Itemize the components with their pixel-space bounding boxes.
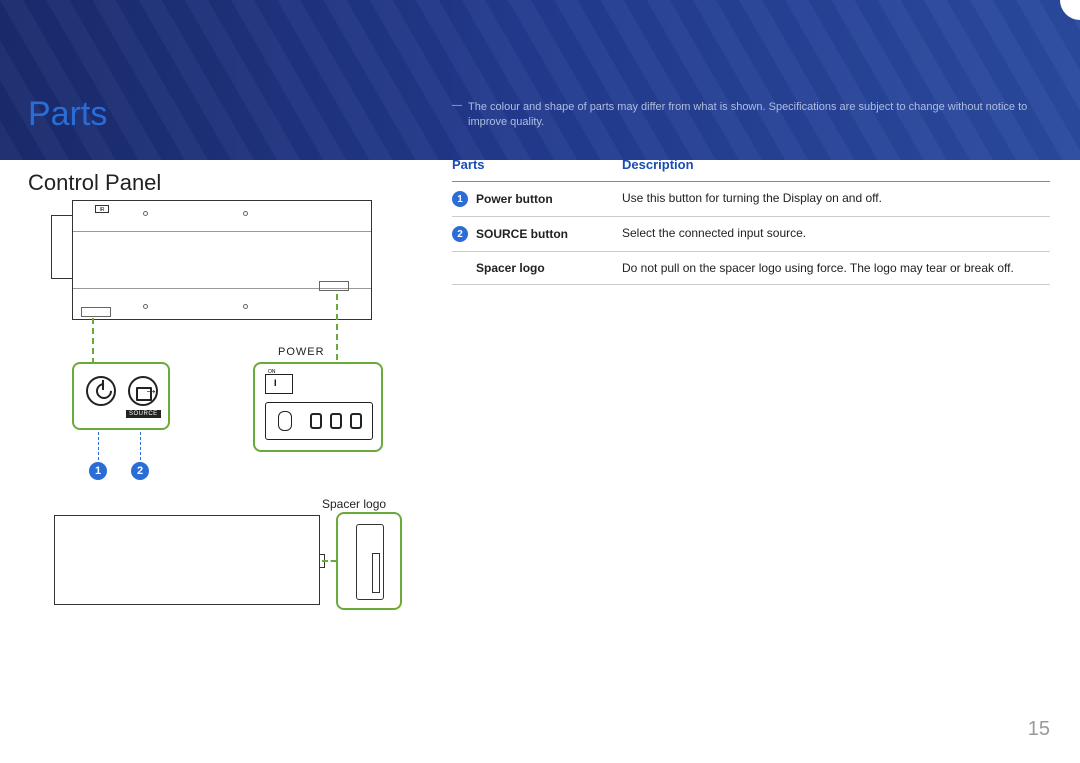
page-number: 15	[1028, 718, 1050, 741]
table-row: 2 SOURCE button Select the connected inp…	[452, 217, 1050, 252]
screw-hole-icon	[143, 211, 148, 216]
callout-buttons: SOURCE	[72, 362, 170, 430]
source-button-icon	[128, 376, 158, 406]
leader-blue-icon	[140, 432, 141, 460]
switch-i-label: I	[274, 378, 277, 388]
buttons-area-marker	[81, 307, 111, 317]
power-area-marker	[319, 281, 349, 291]
section-title: Control Panel	[28, 170, 161, 196]
power-button-icon	[86, 376, 116, 406]
prong-icon	[330, 413, 342, 429]
spacer-logo-icon	[356, 524, 384, 600]
rear-panel-outline: IR	[72, 200, 372, 320]
source-text-label: SOURCE	[126, 410, 161, 418]
callout-badge-2: 2	[131, 462, 149, 480]
screw-hole-icon	[143, 304, 148, 309]
part-description: Select the connected input source.	[622, 226, 1050, 240]
part-description: Do not pull on the spacer logo using for…	[622, 261, 1050, 275]
part-name: Spacer logo	[476, 261, 545, 275]
row-badge-1: 1	[452, 191, 468, 207]
table-row: Spacer logo Do not pull on the spacer lo…	[452, 252, 1050, 285]
row-badge-2: 2	[452, 226, 468, 242]
screw-hole-icon	[243, 211, 248, 216]
header-description: Description	[622, 157, 1050, 172]
ground-pin-icon	[278, 411, 292, 431]
side-panel-outline	[54, 515, 320, 605]
power-switch-icon: ON I	[265, 374, 293, 394]
screw-hole-icon	[243, 304, 248, 309]
power-inlet-icon	[265, 402, 373, 440]
note-dash-icon: ―	[452, 100, 462, 111]
table-row: 1 Power button Use this button for turni…	[452, 182, 1050, 217]
prong-icon	[350, 413, 362, 429]
part-name: SOURCE button	[476, 227, 568, 241]
leader-line-icon	[92, 318, 94, 364]
header-note: The colour and shape of parts may differ…	[468, 100, 1050, 130]
header-parts: Parts	[452, 157, 622, 172]
power-label: POWER	[278, 346, 325, 358]
logo-strip-icon	[372, 553, 380, 593]
part-description: Use this button for turning the Display …	[622, 191, 1050, 205]
callout-power-inlet: ON I	[253, 362, 383, 452]
panel-tab	[51, 215, 73, 279]
spacer-logo-label: Spacer logo	[322, 497, 386, 511]
parts-table: Parts Description 1 Power button Use thi…	[452, 148, 1050, 285]
table-header-row: Parts Description	[452, 148, 1050, 182]
callout-badge-1: 1	[89, 462, 107, 480]
leader-blue-icon	[98, 432, 99, 460]
header-background	[0, 0, 1080, 160]
prong-icon	[310, 413, 322, 429]
ir-label: IR	[95, 205, 109, 213]
callout-spacer-logo	[336, 512, 402, 610]
diagram-area: IR	[72, 200, 432, 320]
part-name: Power button	[476, 192, 553, 206]
panel-divider	[73, 231, 371, 232]
on-label: ON	[268, 369, 276, 375]
page-title: Parts	[28, 95, 107, 134]
